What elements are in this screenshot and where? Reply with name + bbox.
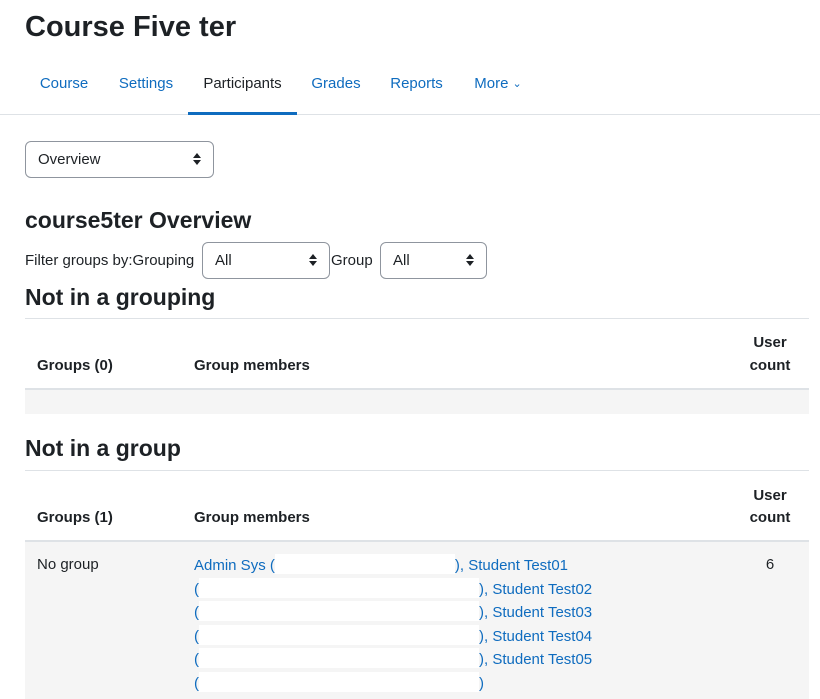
not-in-grouping-table: Groups (0) Group members User count (25, 318, 809, 414)
member-line: (), Student Test04 (194, 624, 592, 649)
chevron-down-icon: ⌄ (512, 78, 522, 90)
tab-more[interactable]: More ⌄ (459, 58, 537, 115)
grouping-select[interactable]: All (202, 242, 330, 279)
table-header: Groups (0) Group members User count (25, 318, 809, 390)
member-link-student05[interactable]: Student Test05 (492, 651, 592, 668)
tab-more-label: More (474, 75, 509, 92)
not-in-group-heading: Not in a group (25, 435, 181, 461)
table-row-empty (25, 390, 809, 414)
member-line: Admin Sys (), Student Test01 (194, 554, 592, 578)
col-group-members: Group members (194, 357, 310, 374)
member-link-student02[interactable]: Student Test02 (492, 581, 592, 598)
report-type-value: Overview (38, 151, 101, 168)
col-user-count-line1: User (753, 487, 787, 504)
tab-course[interactable]: Course (25, 58, 103, 115)
member-line: () (194, 671, 592, 696)
member-line: (), Student Test02 (194, 577, 592, 602)
col-groups: Groups (0) (37, 357, 113, 374)
redacted-email (199, 648, 479, 668)
col-groups: Groups (1) (37, 509, 113, 526)
tab-reports[interactable]: Reports (375, 58, 458, 115)
user-count: 6 (765, 556, 775, 573)
member-link-student03[interactable]: Student Test03 (492, 604, 592, 621)
tab-grades[interactable]: Grades (298, 58, 374, 115)
group-name: No group (37, 556, 99, 573)
select-caret-icon (466, 253, 475, 269)
select-caret-icon (309, 253, 318, 269)
member-link-student04[interactable]: Student Test04 (492, 628, 592, 645)
redacted-email (199, 624, 479, 645)
col-user-count-line2: count (749, 357, 791, 374)
redacted-email (199, 601, 479, 621)
redacted-email (274, 554, 455, 574)
redacted-email (199, 671, 479, 692)
select-caret-icon (193, 152, 202, 168)
group-select-value: All (393, 252, 410, 269)
member-line: (), Student Test03 (194, 601, 592, 625)
tab-participants[interactable]: Participants (188, 58, 297, 115)
col-user-count-line1: User (753, 334, 787, 351)
grouping-select-value: All (215, 252, 232, 269)
col-group-members: Group members (194, 509, 310, 526)
not-in-grouping-heading: Not in a grouping (25, 284, 216, 310)
table-row: No group Admin Sys (), Student Test01 ()… (25, 542, 809, 699)
group-filter-label: Group (331, 252, 373, 269)
course-title: Course Five ter (25, 11, 237, 43)
member-link-admin[interactable]: Admin Sys (194, 557, 266, 574)
col-user-count-line2: count (749, 509, 791, 526)
filter-groups-label: Filter groups by:Grouping (25, 252, 195, 269)
overview-heading: course5ter Overview (25, 207, 252, 233)
group-select[interactable]: All (380, 242, 487, 279)
table-header: Groups (1) Group members User count (25, 470, 809, 542)
tab-settings[interactable]: Settings (104, 58, 188, 115)
group-members-list: Admin Sys (), Student Test01 (), Student… (194, 554, 592, 695)
member-link-student01[interactable]: Student Test01 (468, 557, 568, 574)
redacted-email (199, 577, 479, 598)
not-in-group-table: Groups (1) Group members User count No g… (25, 470, 809, 699)
secondary-navigation: Course Settings Participants Grades Repo… (0, 58, 820, 115)
member-line: (), Student Test05 (194, 648, 592, 672)
report-type-select[interactable]: Overview (25, 141, 214, 178)
